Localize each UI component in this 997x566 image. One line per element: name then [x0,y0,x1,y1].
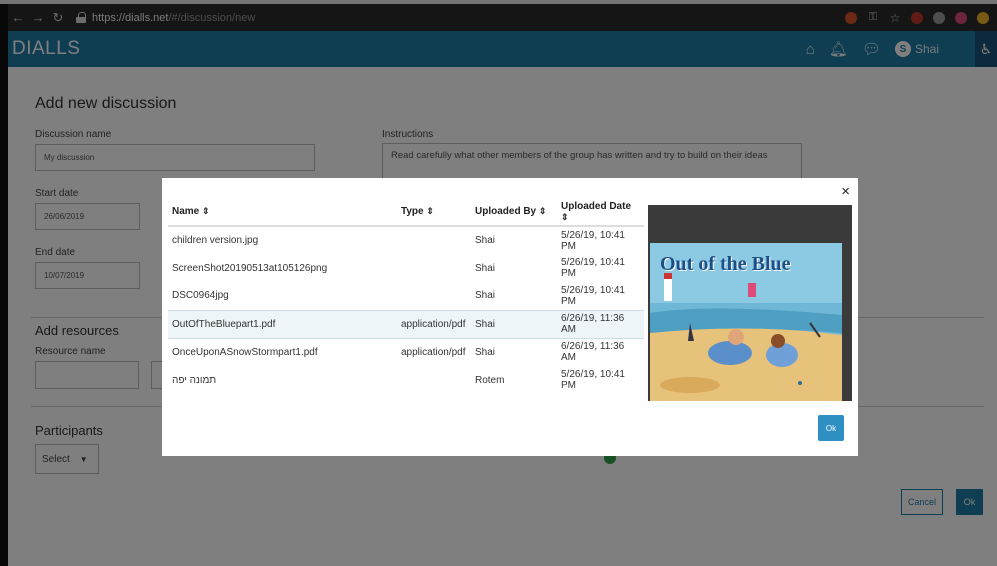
file-type-cell: application/pdf [401,346,466,358]
uploaded-date-cell: 6/26/19, 11:36 AM [557,309,644,339]
file-type-cell: application/pdf [397,309,471,339]
resource-picker-modal: × Name ⇕ Type ⇕ Uploaded By ⇕ Uploaded D… [162,178,858,456]
column-header-uploaded-by[interactable]: Uploaded By ⇕ [471,198,557,227]
uploaded-date-cell: 5/26/19, 10:41 PM [561,229,625,252]
file-type-cell [397,366,471,394]
column-header-name[interactable]: Name ⇕ [168,198,397,227]
uploaded-by-cell: Rotem [475,374,505,386]
uploaded-date-cell: 5/26/19, 10:41 PM [561,369,625,391]
uploaded-by-cell: Shai [471,309,557,339]
table-row[interactable]: תמונה יפה Rotem 5/26/19, 10:41 PM [168,366,644,394]
file-type-cell [397,226,471,254]
file-preview: Out of the Blue [648,205,852,401]
file-name-cell: children version.jpg [172,235,259,246]
modal-ok-button[interactable]: Ok [818,415,844,441]
uploaded-date-cell: 5/26/19, 10:41 PM [561,257,625,279]
uploaded-by-cell: Shai [475,346,496,358]
table-row[interactable]: ScreenShot20190513at105126png Shai 5/26/19… [168,254,644,282]
files-table: Name ⇕ Type ⇕ Uploaded By ⇕ Uploaded Dat… [168,198,644,394]
file-name-cell: ScreenShot20190513at105126png [172,262,328,274]
file-name-cell: תמונה יפה [172,374,217,386]
table-row[interactable]: OnceUponASnowStormpart1.pdf application/p… [168,338,644,366]
uploaded-date-cell: 6/26/19, 11:36 AM [561,341,625,364]
files-table-body: children version.jpg Shai 5/26/19, 10:41 P… [168,226,644,394]
file-type-cell [397,254,471,282]
table-row[interactable]: children version.jpg Shai 5/26/19, 10:41 P… [168,226,644,254]
sort-icon: ⇕ [538,206,547,216]
uploaded-by-cell: Shai [475,290,496,302]
uploaded-by-cell: Shai [475,235,496,246]
uploaded-by-cell: Shai [475,262,496,274]
table-row[interactable]: OutOfTheBluepart1.pdf application/pdf Shai… [168,309,644,339]
table-header-row: Name ⇕ Type ⇕ Uploaded By ⇕ Uploaded Dat… [168,198,644,227]
close-icon[interactable]: × [841,183,850,200]
file-name-cell: OutOfTheBluepart1.pdf [168,309,397,339]
sort-icon: ⇕ [202,206,210,216]
sort-icon: ⇕ [561,211,569,222]
sort-icon: ⇕ [426,206,434,216]
files-table-wrap: Name ⇕ Type ⇕ Uploaded By ⇕ Uploaded Dat… [168,198,644,402]
file-name-cell: DSC0964jpg [172,290,229,302]
uploaded-date-cell: 5/26/19, 10:41 PM [561,284,625,307]
preview-title: Out of the Blue [660,253,791,275]
column-header-uploaded-date[interactable]: Uploaded Date ⇕ [557,198,644,227]
file-name-cell: OnceUponASnowStormpart1.pdf [172,346,318,358]
column-header-type[interactable]: Type ⇕ [397,198,471,227]
table-row[interactable]: DSC0964jpg Shai 5/26/19, 10:41 PM [168,282,644,310]
file-type-cell [397,282,471,310]
